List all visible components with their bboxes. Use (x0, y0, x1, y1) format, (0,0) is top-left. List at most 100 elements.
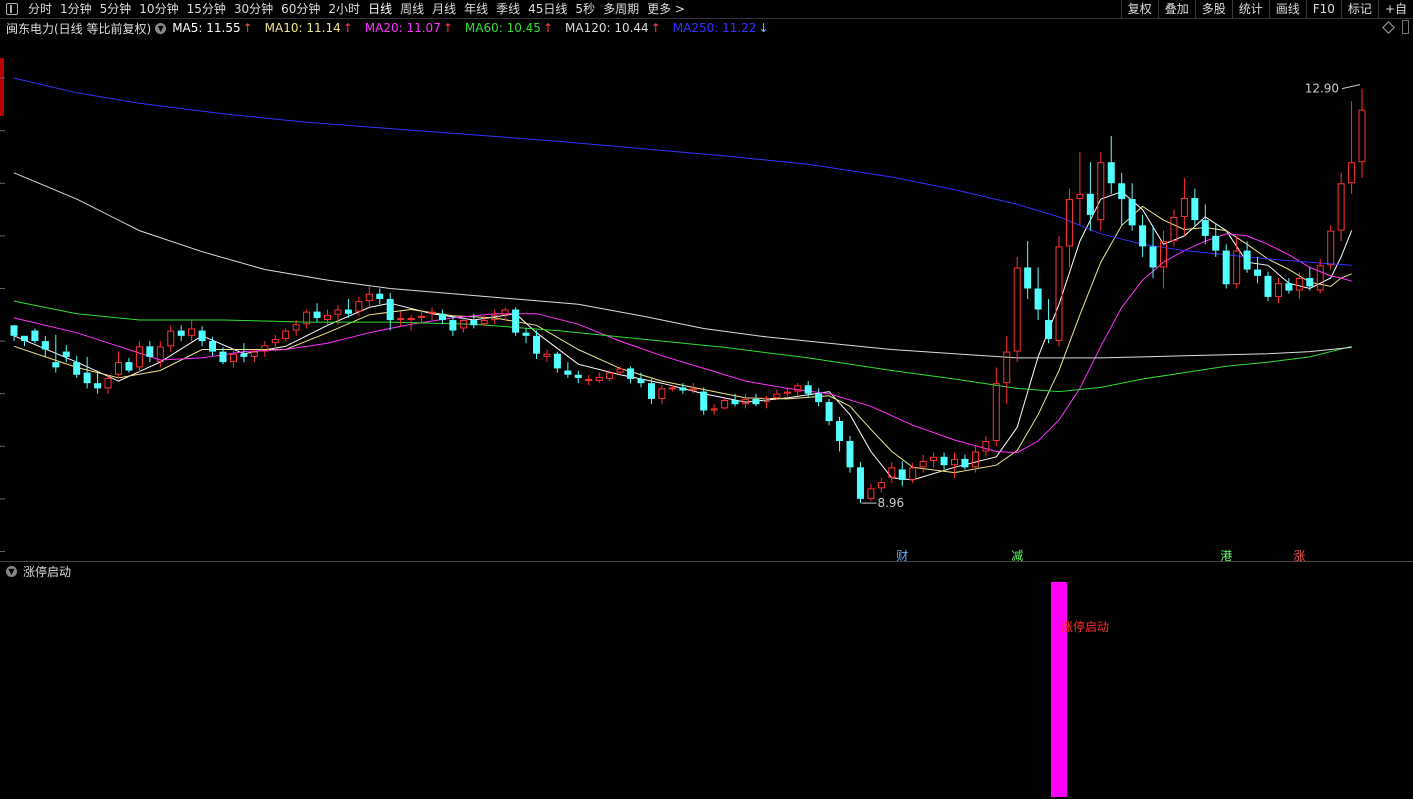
period-tab[interactable]: 30分钟 (230, 0, 277, 18)
candle-body (553, 353, 561, 369)
f10-button[interactable]: F10 (1305, 0, 1341, 18)
candle (1316, 259, 1324, 294)
multi-stock-button[interactable]: 多股 (1194, 0, 1232, 18)
candle (721, 397, 729, 410)
candlestick-chart[interactable]: 12.908.96财减港涨 (0, 36, 1413, 562)
candle-body (1264, 275, 1272, 297)
candle-body (386, 299, 394, 321)
candle (62, 345, 70, 363)
candle (951, 452, 958, 478)
signal-label: 涨停启动 (1061, 619, 1109, 634)
candle-body (1034, 288, 1042, 310)
sub-indicator-chart[interactable]: 涨停启动 (0, 580, 1413, 799)
restore-rights-button[interactable]: 复权 (1120, 0, 1158, 18)
candle-body (898, 469, 906, 480)
candle-body (271, 338, 279, 344)
candle (574, 370, 582, 384)
period-tab[interactable]: 5秒 (571, 0, 599, 18)
candle-body (1201, 220, 1209, 236)
chevron-down-icon[interactable]: ▼ (155, 22, 167, 34)
candle-body (595, 376, 603, 382)
ma-legend-item: MA5: 11.55 ↑ (172, 21, 253, 35)
candle-body (188, 328, 196, 336)
candle-body (710, 408, 718, 411)
stock-title: 闽东电力(日线 等比前复权) (6, 21, 152, 36)
candle (543, 349, 551, 363)
overlay-button[interactable]: 叠加 (1157, 0, 1195, 18)
candle (324, 309, 331, 326)
candle-body (397, 317, 405, 321)
ma-line-ma10 (13, 205, 1352, 474)
candle (940, 452, 948, 470)
ma-line-ma5 (13, 191, 1353, 481)
candle-body (919, 461, 927, 468)
scroll-handle[interactable] (1402, 20, 1409, 34)
period-tab[interactable]: 分时 (24, 0, 56, 18)
candle (438, 309, 446, 325)
more-periods-button[interactable]: 更多 > (643, 0, 689, 18)
period-tab[interactable]: 15分钟 (183, 0, 230, 18)
high-price-label: 12.90 (1305, 82, 1339, 96)
period-tab[interactable]: 年线 (460, 0, 492, 18)
candle-body (1045, 320, 1053, 339)
period-tab[interactable]: 60分钟 (277, 0, 324, 18)
candle (1160, 230, 1167, 289)
candle (877, 477, 885, 493)
period-tab[interactable]: 45日线 (524, 0, 571, 18)
mark-button[interactable]: 标记 (1340, 0, 1378, 18)
candle (125, 357, 133, 373)
candle (856, 462, 864, 504)
candle-body (930, 456, 938, 462)
candle (376, 288, 384, 305)
candle (512, 307, 520, 336)
candle-body (804, 385, 812, 394)
candle-body (877, 482, 885, 489)
tool-buttons: 复权 叠加 多股 统计 画线 F10 标记 +自 (1120, 0, 1413, 18)
candle (647, 378, 655, 405)
candle (10, 325, 18, 342)
candle-body (1306, 277, 1314, 287)
candle (867, 484, 875, 501)
panel-toggle-icon[interactable] (6, 3, 18, 15)
candle-body (846, 441, 854, 468)
ma-legend-item: MA20: 11.07 ↑ (364, 21, 453, 35)
candle-body (10, 325, 18, 336)
candle-body (1348, 162, 1356, 184)
candle-body (616, 368, 624, 373)
candle-body (512, 309, 520, 333)
period-tab-active[interactable]: 日线 (364, 0, 396, 18)
candle-body (1055, 246, 1063, 342)
ma-line-ma250 (13, 77, 1352, 266)
candle-body (1024, 267, 1032, 289)
candle-body (533, 335, 540, 354)
period-tab[interactable]: 季线 (492, 0, 524, 18)
candle-body (1274, 283, 1282, 297)
period-tab[interactable]: 10分钟 (135, 0, 182, 18)
draw-line-button[interactable]: 画线 (1268, 0, 1306, 18)
candle-body (1222, 250, 1230, 285)
candle (188, 320, 196, 342)
candle-body (1107, 162, 1115, 184)
statistics-button[interactable]: 统计 (1231, 0, 1269, 18)
candle (1222, 244, 1230, 289)
candle (73, 355, 81, 378)
period-tab[interactable]: 多周期 (599, 0, 643, 18)
candle-body (1013, 267, 1021, 352)
period-tab[interactable]: 周线 (396, 0, 428, 18)
chevron-down-icon[interactable]: ▼ (6, 565, 17, 577)
add-watchlist-button[interactable]: +自 (1377, 0, 1413, 18)
period-tab[interactable]: 1分钟 (56, 0, 96, 18)
period-tab[interactable]: 2小时 (324, 0, 364, 18)
period-tab[interactable]: 月线 (428, 0, 460, 18)
candle-body (1139, 225, 1147, 247)
candle-body (1316, 265, 1324, 291)
candle (553, 351, 561, 373)
candle (1149, 225, 1157, 278)
candle-body (825, 402, 833, 422)
candle-body (909, 467, 917, 480)
period-tab[interactable]: 5分钟 (96, 0, 136, 18)
candle (1358, 88, 1366, 179)
y-axis-ticks (0, 77, 5, 552)
candle (1055, 235, 1063, 347)
diamond-icon[interactable] (1382, 21, 1395, 34)
